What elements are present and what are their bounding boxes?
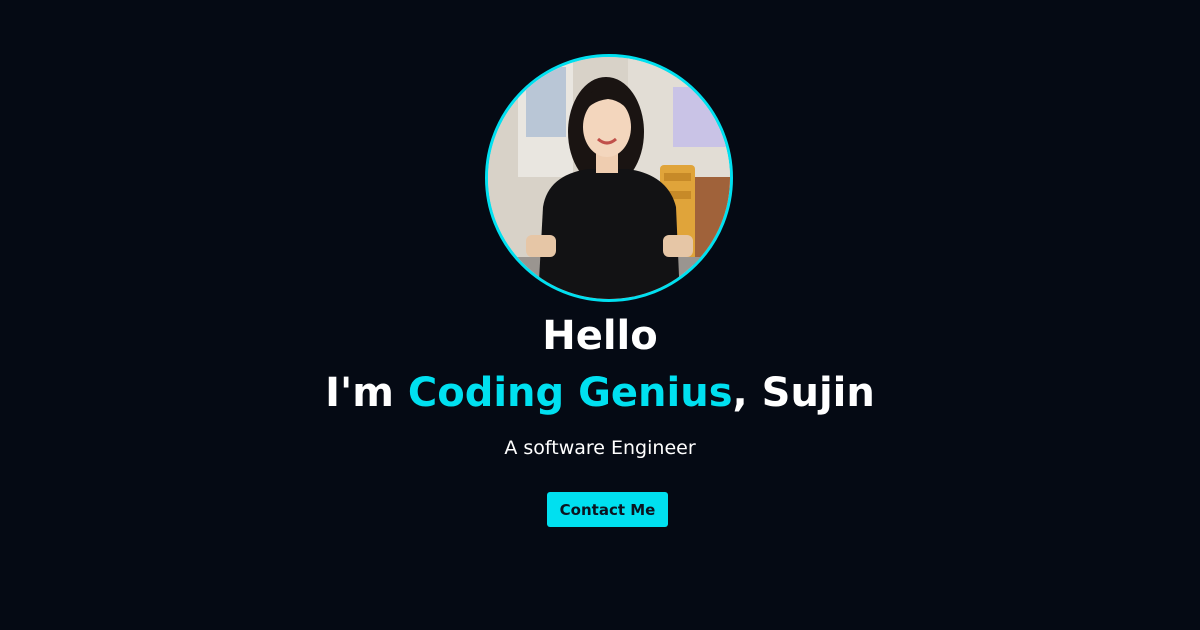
intro-heading: I'm Coding Genius, Sujin [0,366,1200,420]
hero-section: Hello I'm Coding Genius, Sujin A softwar… [0,0,1200,630]
avatar [485,54,733,302]
avatar-photo [488,57,730,299]
subtitle: A software Engineer [504,437,696,459]
contact-me-button[interactable]: Contact Me [547,492,668,527]
intro-suffix: , Sujin [732,370,875,416]
intro-prefix: I'm [325,370,408,416]
greeting-heading: Hello [542,313,658,359]
intro-accent-name: Coding Genius [407,370,733,416]
